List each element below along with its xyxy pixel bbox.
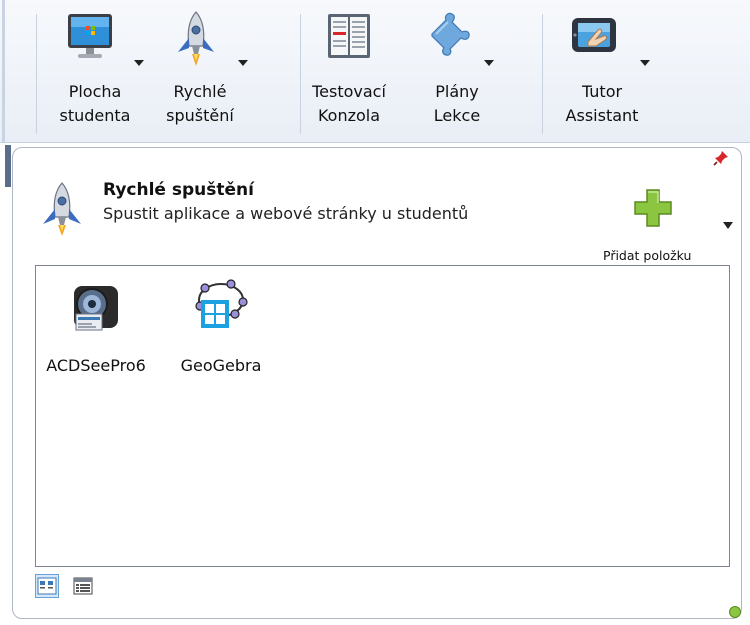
details-view-icon bbox=[73, 577, 93, 595]
add-item-label: Přidat položku bbox=[603, 248, 692, 263]
dropdown-arrow-icon[interactable] bbox=[484, 60, 494, 66]
puzzle-icon bbox=[431, 12, 470, 56]
dropdown-arrow-icon[interactable] bbox=[723, 222, 733, 229]
app-list[interactable]: ACDSeePro6 GeoGebra bbox=[35, 265, 730, 567]
quick-launch-window: Plocha studenta Rychlé spuštění Testovac… bbox=[0, 0, 750, 625]
list-item-geogebra[interactable]: GeoGebra bbox=[161, 276, 281, 396]
ribbon-separator bbox=[36, 14, 37, 134]
test-book-icon bbox=[328, 14, 370, 58]
side-accent-bar bbox=[5, 145, 11, 187]
ribbon-left-edge bbox=[2, 0, 5, 142]
ribbon-button-quick-launch[interactable]: Rychlé spuštění bbox=[150, 0, 250, 140]
dropdown-arrow-icon[interactable] bbox=[238, 60, 248, 66]
geogebra-icon bbox=[195, 279, 248, 328]
ribbon-label: spuštění bbox=[166, 106, 234, 125]
ribbon-button-student-desktop[interactable]: Plocha studenta bbox=[46, 0, 144, 140]
monitor-icon bbox=[68, 14, 112, 58]
plus-icon bbox=[634, 189, 672, 227]
app-label: ACDSeePro6 bbox=[46, 356, 146, 375]
large-icons-view-icon bbox=[37, 577, 57, 595]
ribbon-label: Assistant bbox=[565, 106, 639, 125]
status-indicator bbox=[729, 606, 741, 618]
add-item-button[interactable]: Přidat položku bbox=[603, 186, 737, 263]
view-icons-button[interactable] bbox=[35, 574, 59, 598]
ribbon-separator bbox=[542, 14, 543, 134]
ribbon-button-lesson-plans[interactable]: Plány Lekce bbox=[412, 0, 502, 140]
ribbon-label: Plocha bbox=[68, 82, 122, 101]
dropdown-arrow-icon[interactable] bbox=[134, 60, 144, 66]
ribbon-separator bbox=[300, 14, 301, 134]
app-label: GeoGebra bbox=[180, 356, 262, 375]
quick-launch-panel: Rychlé spuštění Spustit aplikace a webov… bbox=[12, 147, 742, 619]
ribbon-button-test-console[interactable]: Testovací Konzola bbox=[304, 0, 394, 140]
ribbon-label: Plány bbox=[435, 82, 479, 101]
tablet-hand-icon bbox=[572, 18, 616, 52]
ribbon-toolbar: Plocha studenta Rychlé spuštění Testovac… bbox=[0, 0, 750, 143]
camera-icon bbox=[74, 286, 118, 331]
rocket-icon bbox=[178, 11, 214, 66]
list-item-acdsee[interactable]: ACDSeePro6 bbox=[36, 276, 156, 396]
ribbon-label: Testovací bbox=[312, 82, 386, 101]
view-details-button[interactable] bbox=[71, 574, 95, 598]
dropdown-arrow-icon[interactable] bbox=[640, 60, 650, 66]
rocket-icon bbox=[43, 182, 81, 236]
ribbon-label: Tutor bbox=[581, 82, 623, 101]
ribbon-label: studenta bbox=[59, 106, 131, 125]
ribbon-label: Lekce bbox=[433, 106, 481, 125]
pin-icon[interactable] bbox=[713, 150, 729, 166]
panel-title: Rychlé spuštění bbox=[103, 180, 254, 200]
ribbon-label: Rychlé bbox=[173, 82, 227, 101]
ribbon-button-tutor-assistant[interactable]: Tutor Assistant bbox=[552, 0, 652, 140]
ribbon-label: Konzola bbox=[317, 106, 381, 125]
panel-subtitle: Spustit aplikace a webové stránky u stud… bbox=[103, 204, 469, 223]
